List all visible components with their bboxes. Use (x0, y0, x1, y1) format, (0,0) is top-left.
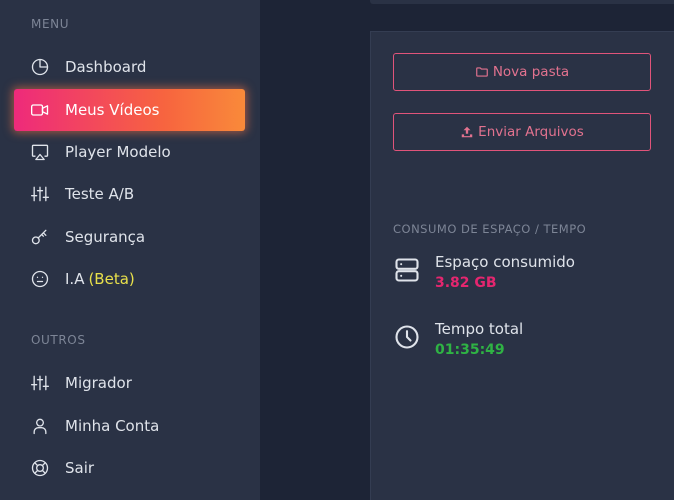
sidebar-item-player-modelo[interactable]: Player Modelo (14, 131, 245, 173)
time-value: 01:35:49 (435, 342, 505, 358)
sidebar-item-label: Segurança (65, 228, 146, 246)
sidebar-item-label: Migrador (65, 374, 132, 392)
sliders-icon (29, 372, 51, 394)
sidebar-item-label: Minha Conta (65, 417, 160, 435)
pie-chart-icon (29, 56, 51, 78)
upload-files-button[interactable]: Enviar Arquivos (393, 113, 651, 151)
sidebar: MENU Dashboard Meus Vídeos Player Modelo… (0, 0, 260, 500)
new-folder-button[interactable]: Nova pasta (393, 53, 651, 91)
sidebar-item-seguranca[interactable]: Segurança (14, 216, 245, 258)
sidebar-item-label: Sair (65, 459, 95, 477)
sidebar-item-label: Teste A/B (65, 185, 135, 203)
time-stat: Tempo total 01:35:49 (393, 319, 523, 361)
storage-value: 3.82 GB (435, 275, 497, 291)
folder-icon (475, 67, 488, 77)
sidebar-item-ia[interactable]: I.A (Beta) (14, 258, 245, 300)
usage-section-title: CONSUMO DE ESPAÇO / TEMPO (393, 222, 587, 236)
sidebar-item-sair[interactable]: Sair (14, 447, 245, 489)
sliders-icon (29, 183, 51, 205)
time-label: Tempo total (435, 320, 524, 338)
lifebuoy-icon (29, 457, 51, 479)
user-icon (29, 415, 51, 437)
key-icon (29, 226, 51, 248)
monitor-play-icon (29, 141, 51, 163)
content-panel: Nova pasta Enviar Arquivos CONSUMO DE ES… (370, 31, 674, 500)
smiley-icon (29, 268, 51, 290)
sidebar-item-teste-ab[interactable]: Teste A/B (14, 173, 245, 215)
top-panel-edge (370, 0, 674, 4)
clock-icon (393, 323, 421, 351)
beta-badge: (Beta) (88, 270, 135, 288)
menu-section-title: MENU (31, 17, 70, 31)
new-folder-label: Nova pasta (492, 64, 570, 80)
sidebar-item-label: I.A (65, 270, 85, 288)
upload-files-label: Enviar Arquivos (478, 124, 584, 140)
sidebar-item-dashboard[interactable]: Dashboard (14, 46, 245, 88)
others-section-title: OUTROS (31, 333, 86, 347)
video-camera-icon (29, 99, 51, 121)
sidebar-item-meus-videos[interactable]: Meus Vídeos (14, 89, 245, 131)
sidebar-item-label: Meus Vídeos (65, 101, 160, 119)
upload-icon (461, 126, 473, 138)
storage-label: Espaço consumido (435, 253, 575, 271)
server-icon (393, 256, 421, 284)
sidebar-item-minha-conta[interactable]: Minha Conta (14, 405, 245, 447)
storage-stat: Espaço consumido 3.82 GB (393, 252, 575, 294)
sidebar-item-label: Player Modelo (65, 143, 171, 161)
sidebar-item-migrador[interactable]: Migrador (14, 362, 245, 404)
sidebar-item-label: Dashboard (65, 58, 147, 76)
